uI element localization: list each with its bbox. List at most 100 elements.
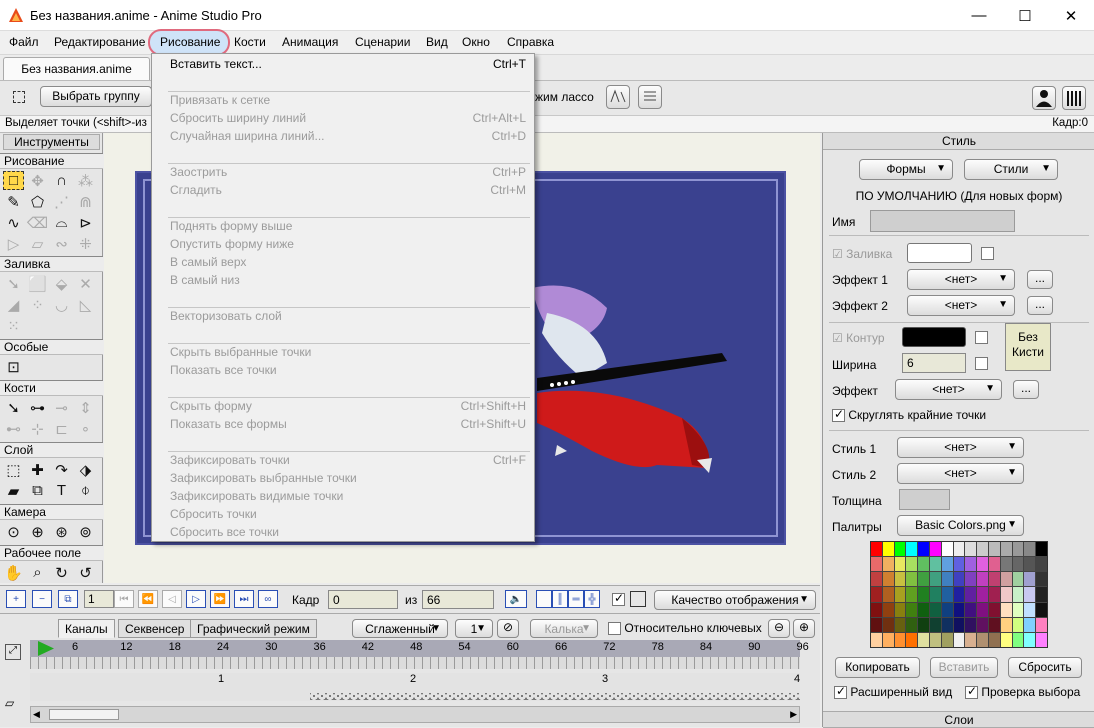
add-bone-icon[interactable]: ⊸ [51,398,72,417]
menu-edit[interactable]: Редактирование [54,35,145,49]
playhead-icon[interactable] [36,640,56,657]
name-field[interactable] [870,210,1015,232]
effect2-more-button[interactable]: ... [1027,296,1053,315]
reparent-bone-icon[interactable]: ⇕ [75,398,96,417]
current-frame-field[interactable]: 1 [84,590,114,608]
set-origin-icon[interactable]: ⬚ [3,460,24,479]
effect1-select[interactable]: <нет> ▼ [907,269,1015,290]
menu-item[interactable]: Зафиксировать точки Ctrl+F [170,451,526,469]
palette-swatch[interactable] [953,557,965,572]
view-split-vertical-icon[interactable]: ║ [552,590,568,608]
menu-item[interactable]: Сбросить ширину линий Ctrl+Alt+L [170,109,526,127]
palette-swatch[interactable] [1036,572,1047,587]
palette-swatch[interactable] [930,542,941,557]
effect1-more-button[interactable]: ... [1027,270,1053,289]
palette-swatch[interactable] [965,572,977,587]
curve-profile-icon[interactable]: ◺ [75,295,96,314]
brush-select[interactable]: Калька ▼ [530,619,598,638]
total-frames-field[interactable]: 66 [422,590,494,609]
palette-swatch[interactable] [965,542,977,557]
check-selection-checkbox[interactable]: Проверка выбора [965,685,1080,700]
contour-color-toggle[interactable] [975,331,988,344]
brush-selector[interactable]: Без Кисти [1005,323,1051,371]
frame-bounds-icon[interactable] [630,591,646,607]
effect-more-button[interactable]: ... [1013,380,1039,399]
rotate-layer-icon[interactable]: ↷ [51,460,72,479]
palette-swatch[interactable] [977,572,988,587]
bind-layer-icon[interactable]: ⊏ [51,419,72,438]
palette-swatch[interactable] [1012,632,1024,647]
palette-swatch[interactable] [882,542,894,557]
palette-swatch[interactable] [930,587,941,602]
palette-swatch[interactable] [977,602,988,617]
add-keyframe-icon[interactable]: + [6,590,26,608]
palette-swatch[interactable] [953,632,965,647]
palette-select[interactable]: Basic Colors.png ▼ [897,515,1024,536]
palette-swatch[interactable] [930,632,941,647]
style1-select[interactable]: <нет> ▼ [897,437,1024,458]
palette-swatch[interactable] [941,542,953,557]
zoom-icon[interactable]: ⌕ [27,563,48,582]
translate-layer-icon[interactable]: ✚ [27,460,48,479]
palette-swatch[interactable] [1024,617,1036,632]
menu-item[interactable]: Скрыть форму Ctrl+Shift+H [170,397,526,415]
color-palette-grid[interactable] [870,541,1048,648]
forms-button[interactable]: Формы ▼ [859,159,953,180]
magnet-icon[interactable]: ⁂ [75,171,96,190]
palette-swatch[interactable] [882,557,894,572]
palette-swatch[interactable] [918,587,929,602]
maximize-button[interactable]: ☐ [1002,0,1048,31]
menu-item[interactable]: Сгладить Ctrl+M [170,181,526,199]
palette-swatch[interactable] [1000,587,1012,602]
palette-swatch[interactable] [965,602,977,617]
palette-swatch[interactable] [894,632,906,647]
palette-swatch[interactable] [977,557,988,572]
view-quad-icon[interactable]: ╬ [584,590,600,608]
lasso-icon[interactable] [606,85,630,109]
contour-checkbox[interactable]: ☑ Контур [832,331,885,345]
curvature-icon[interactable]: ∩ [51,171,72,190]
palette-swatch[interactable] [918,542,929,557]
palette-swatch[interactable] [918,617,929,632]
freehand-icon[interactable]: ∿ [3,213,24,232]
palette-swatch[interactable] [965,617,977,632]
palette-swatch[interactable] [871,572,882,587]
palette-swatch[interactable] [918,557,929,572]
palette-swatch[interactable] [1012,557,1024,572]
palette-swatch[interactable] [871,602,882,617]
menu-item[interactable]: В самый верх [170,253,526,271]
sound-icon[interactable]: 🔈 [505,590,527,608]
palette-swatch[interactable] [894,572,906,587]
palette-swatch[interactable] [989,557,1000,572]
copy-keyframe-icon[interactable]: ⧉ [58,590,78,608]
camera-track-icon[interactable]: ⊙ [3,522,24,541]
interval-select[interactable]: 1 ▼ [455,619,493,638]
palette-swatch[interactable] [989,632,1000,647]
menu-bones[interactable]: Кости [234,35,266,49]
camera-zoom-icon[interactable]: ⊕ [27,522,48,541]
menu-item[interactable]: Привязать к сетке [170,91,526,109]
line-width-icon[interactable]: ◢ [3,295,24,314]
relative-keys-check[interactable] [608,622,621,636]
palette-swatch[interactable] [1000,632,1012,647]
frame-field[interactable]: 0 [328,590,398,609]
style2-select[interactable]: <нет> ▼ [897,463,1024,484]
palette-swatch[interactable] [941,632,953,647]
palette-swatch[interactable] [941,602,953,617]
width-field[interactable]: 6 [902,353,966,373]
fill-color-swatch[interactable] [907,243,972,263]
palette-swatch[interactable] [1024,587,1036,602]
menu-item[interactable]: Зафиксировать выбранные точки [170,469,526,487]
palette-swatch[interactable] [930,557,941,572]
layer-group-icon[interactable]: ⧉ [27,481,48,500]
close-button[interactable]: ✕ [1048,0,1094,31]
round-caps-check[interactable] [832,409,845,423]
menu-item[interactable]: Опустить форму ниже [170,235,526,253]
lines-icon[interactable] [638,85,662,109]
extended-view-checkbox[interactable]: Расширенный вид [834,685,952,700]
dots-icon[interactable]: ⁙ [3,316,24,335]
palette-swatch[interactable] [1036,587,1047,602]
palette-swatch[interactable] [1024,632,1036,647]
palette-swatch[interactable] [1036,632,1047,647]
eyedropper-icon[interactable]: ⌽ [75,481,96,500]
